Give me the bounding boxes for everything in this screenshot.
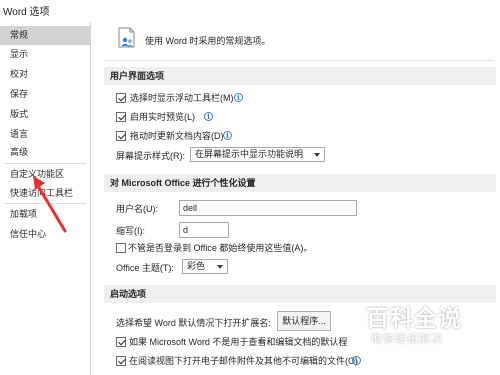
intro-divider (104, 60, 494, 61)
watermark-title: 百科全说 (366, 306, 462, 332)
intro-description: 使用 Word 时采用的常规选项。 (145, 36, 271, 46)
username-label: 用户名(U): (116, 204, 158, 214)
default-program-warning-checkbox[interactable] (116, 337, 126, 347)
sidebar-item-quick-access-toolbar[interactable]: 快速访问工具栏 (0, 184, 90, 203)
chevron-down-icon (217, 265, 223, 269)
update-while-dragging-checkbox[interactable] (116, 131, 126, 141)
watermark-subtitle: 助你轻松解决 (371, 333, 443, 345)
default-program-label: 选择希望 Word 默认情况下打开扩展名: (116, 318, 271, 328)
floating-toolbar-label: 选择时显示浮动工具栏(M) (130, 93, 234, 103)
reading-view-checkbox[interactable] (116, 356, 126, 366)
options-general-icon (117, 27, 137, 49)
always-use-values-checkbox[interactable] (116, 243, 126, 253)
watermark: 百科全说 助你轻松解决 (349, 290, 479, 350)
office-theme-dropdown[interactable]: 彩色 (182, 259, 228, 274)
sidebar-item-display[interactable]: 显示 (0, 45, 90, 64)
screentip-style-dropdown[interactable]: 在屏幕提示中显示功能说明 (190, 147, 325, 162)
chevron-down-icon (314, 153, 320, 157)
info-icon[interactable]: i (352, 356, 361, 365)
screentip-style-value: 在屏幕提示中显示功能说明 (195, 149, 304, 159)
default-programs-button[interactable]: 默认程序... (277, 311, 331, 331)
initials-field[interactable]: d (179, 222, 229, 238)
options-sidebar: 常规 显示 校对 保存 版式 语言 高级 自定义功能区 快速访问工具栏 加载项 … (0, 22, 91, 375)
office-theme-value: 彩色 (187, 261, 206, 271)
update-while-dragging-label: 拖动时更新文档内容(D) (130, 131, 224, 141)
screentip-style-label: 屏幕提示样式(R): (116, 151, 185, 161)
office-theme-label: Office 主题(T): (116, 263, 174, 273)
default-program-warning-label: 如果 Microsoft Word 不是用于查看和编辑文档的默认程 (129, 337, 348, 347)
info-icon[interactable]: i (204, 112, 213, 121)
dialog-title: Word 选项 (3, 7, 50, 18)
sidebar-item-add-ins[interactable]: 加载项 (0, 205, 90, 224)
live-preview-checkbox[interactable] (116, 112, 126, 122)
sidebar-divider (4, 163, 86, 164)
live-preview-label: 启用实时预览(L) (130, 112, 195, 122)
always-use-values-label: 不管是否登录到 Office 都始终使用这些值(A)。 (128, 243, 313, 253)
section-header-personalize: 对 Microsoft Office 进行个性化设置 (104, 174, 496, 192)
username-field[interactable]: dell (179, 200, 357, 216)
sidebar-item-language[interactable]: 语言 (0, 125, 90, 144)
info-icon[interactable]: i (223, 131, 232, 140)
section-header-ui-options: 用户界面选项 (104, 67, 496, 85)
reading-view-label: 在阅读视图下打开电子邮件附件及其他不可编辑的文件(O) (129, 356, 358, 366)
sidebar-item-save[interactable]: 保存 (0, 85, 90, 104)
dialog-titlebar: Word 选项 (0, 0, 500, 22)
sidebar-item-proofing[interactable]: 校对 (0, 65, 90, 84)
sidebar-item-layout[interactable]: 版式 (0, 105, 90, 124)
floating-toolbar-checkbox[interactable] (116, 93, 126, 103)
sidebar-item-advanced[interactable]: 高级 (0, 143, 90, 162)
sidebar-item-trust-center[interactable]: 信任中心 (0, 225, 90, 244)
sidebar-item-general[interactable]: 常规 (0, 26, 90, 45)
sidebar-divider (4, 203, 86, 204)
info-icon[interactable]: i (234, 93, 243, 102)
sidebar-item-customize-ribbon[interactable]: 自定义功能区 (0, 165, 90, 184)
initials-label: 缩写(I): (116, 226, 145, 236)
